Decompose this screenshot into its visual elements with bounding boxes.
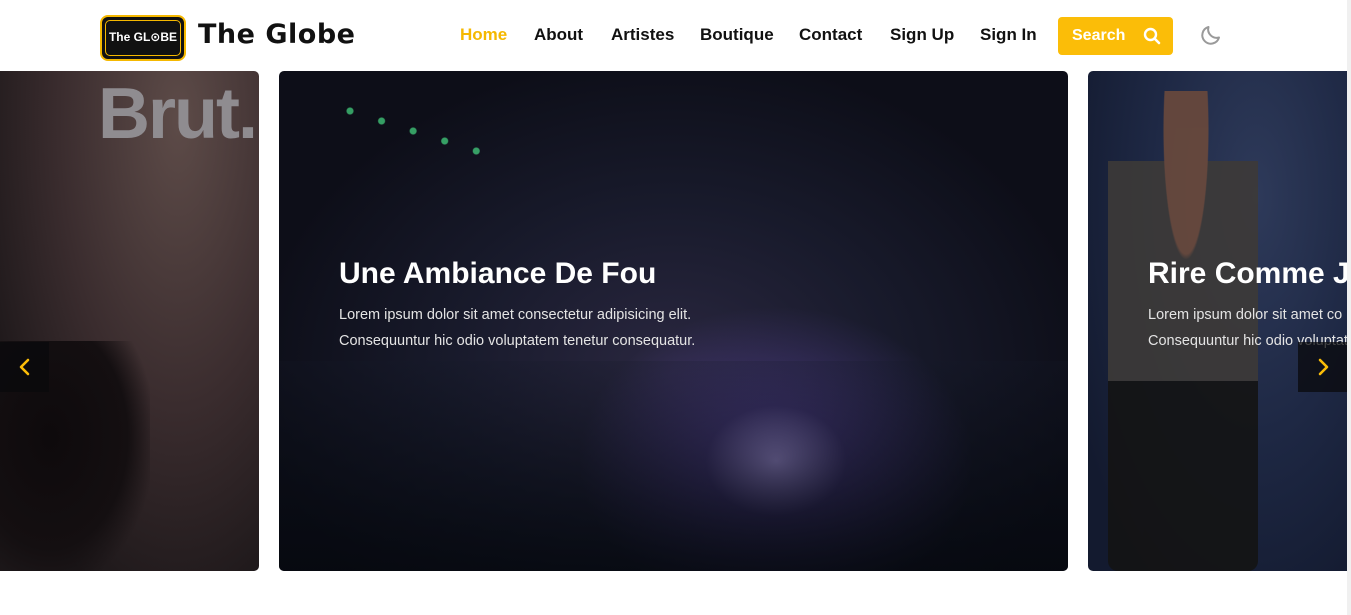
slide-previous[interactable]: Brut. bbox=[0, 71, 259, 571]
slide-title: Rire Comme J bbox=[1148, 257, 1350, 290]
carousel-next-button[interactable] bbox=[1298, 342, 1347, 392]
nav-sign-in[interactable]: Sign In bbox=[980, 25, 1037, 45]
nav-sign-up[interactable]: Sign Up bbox=[890, 25, 954, 45]
logo-text: The GL⊙BE bbox=[108, 30, 178, 44]
slide-active[interactable]: Une Ambiance De Fou Lorem ipsum dolor si… bbox=[279, 71, 1068, 571]
chevron-left-icon bbox=[19, 358, 30, 376]
site-header: The GL⊙BE The Globe Home About Artistes … bbox=[0, 0, 1351, 70]
nav-home[interactable]: Home bbox=[460, 25, 507, 45]
nav-boutique[interactable]: Boutique bbox=[700, 25, 774, 45]
moon-icon[interactable] bbox=[1199, 23, 1223, 47]
slide-text-line-1: Lorem ipsum dolor sit amet co bbox=[1148, 307, 1343, 323]
slide-text-line-2: Consequuntur hic odio voluptatem tenetur… bbox=[339, 333, 696, 349]
brand-name[interactable]: The Globe bbox=[198, 19, 355, 50]
nav-about[interactable]: About bbox=[534, 25, 583, 45]
logo[interactable]: The GL⊙BE bbox=[100, 15, 186, 61]
carousel-prev-button[interactable] bbox=[0, 342, 49, 392]
crowd-image bbox=[279, 361, 1068, 571]
search-icon bbox=[1143, 27, 1161, 45]
slide-text-line-1: Lorem ipsum dolor sit amet consectetur a… bbox=[339, 307, 692, 323]
slide-overlay-text: Brut. bbox=[98, 74, 258, 154]
search-button[interactable]: Search bbox=[1058, 17, 1173, 55]
chevron-right-icon bbox=[1318, 358, 1329, 376]
slide-title: Une Ambiance De Fou bbox=[339, 257, 657, 290]
nav-contact[interactable]: Contact bbox=[799, 25, 862, 45]
hero-carousel: Brut. Une Ambiance De Fou Lorem ipsum do… bbox=[0, 71, 1351, 571]
scrollbar[interactable] bbox=[1347, 0, 1351, 615]
nav-artistes[interactable]: Artistes bbox=[611, 25, 674, 45]
search-button-label: Search bbox=[1072, 27, 1126, 44]
slide-next[interactable]: Rire Comme J Lorem ipsum dolor sit amet … bbox=[1088, 71, 1351, 571]
